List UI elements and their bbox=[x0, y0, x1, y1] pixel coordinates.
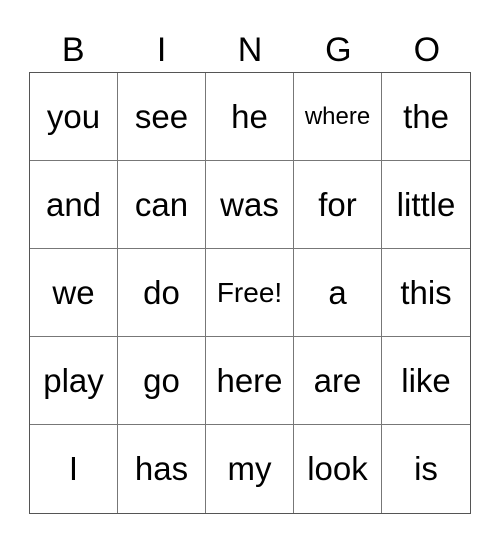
header-letter-n: N bbox=[237, 31, 263, 69]
bingo-cell[interactable]: we bbox=[30, 249, 118, 337]
header-letter-b: B bbox=[61, 31, 85, 69]
bingo-cell[interactable]: you bbox=[30, 73, 118, 161]
header-letter-o: O bbox=[413, 31, 441, 69]
bingo-cell[interactable]: this bbox=[382, 249, 470, 337]
bingo-cell[interactable]: he bbox=[206, 73, 294, 161]
free-space-cell[interactable]: Free! bbox=[206, 249, 294, 337]
bingo-cell[interactable]: play bbox=[30, 337, 118, 425]
header-letter-i: I bbox=[156, 31, 167, 69]
bingo-cell[interactable]: the bbox=[382, 73, 470, 161]
bingo-cell[interactable]: here bbox=[206, 337, 294, 425]
header-letter-g: G bbox=[325, 31, 352, 69]
bingo-cell[interactable]: for bbox=[294, 161, 382, 249]
bingo-cell[interactable]: are bbox=[294, 337, 382, 425]
bingo-cell[interactable]: was bbox=[206, 161, 294, 249]
bingo-cell[interactable]: and bbox=[30, 161, 118, 249]
bingo-cell[interactable]: is bbox=[382, 425, 470, 513]
bingo-header: B I N G O bbox=[29, 30, 471, 70]
bingo-cell[interactable]: my bbox=[206, 425, 294, 513]
bingo-cell[interactable]: see bbox=[118, 73, 206, 161]
bingo-cell[interactable]: do bbox=[118, 249, 206, 337]
bingo-board: you see he where the and can was for lit… bbox=[29, 72, 471, 514]
bingo-cell[interactable]: has bbox=[118, 425, 206, 513]
bingo-cell[interactable]: I bbox=[30, 425, 118, 513]
bingo-cell[interactable]: look bbox=[294, 425, 382, 513]
bingo-cell[interactable]: go bbox=[118, 337, 206, 425]
bingo-cell[interactable]: can bbox=[118, 161, 206, 249]
bingo-cell[interactable]: where bbox=[294, 73, 382, 161]
bingo-cell[interactable]: little bbox=[382, 161, 470, 249]
bingo-cell[interactable]: a bbox=[294, 249, 382, 337]
bingo-cell[interactable]: like bbox=[382, 337, 470, 425]
